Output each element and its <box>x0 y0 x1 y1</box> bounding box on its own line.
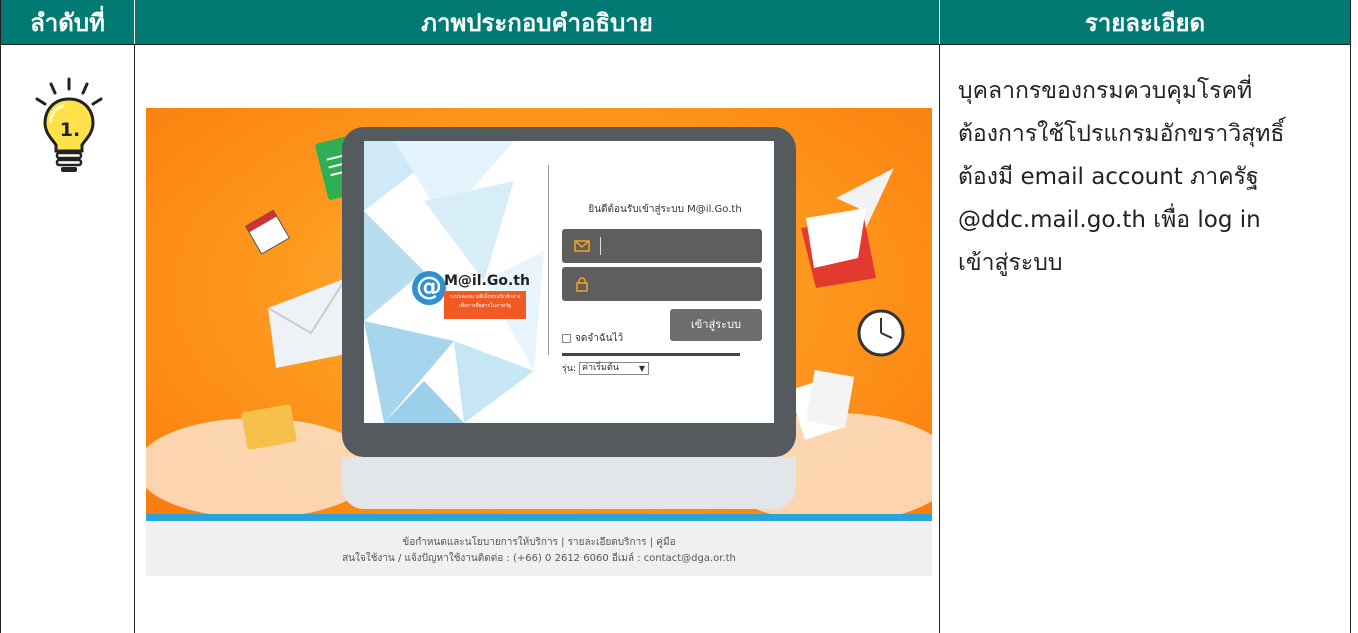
envelope-icon <box>574 240 590 252</box>
welcome-text: ยินดีต้อนรับเข้าสู่ระบบ M@il.Go.th <box>588 204 742 215</box>
version-dropdown[interactable]: ค่าเริ่มต้น ▼ <box>579 361 650 375</box>
monitor-chin <box>342 457 796 509</box>
login-screen: @ M@il.Go.th ระบบจดหมายอิเล็กทรอนิกส์กลา… <box>364 141 774 423</box>
remember-me[interactable]: จดจำฉันไว้ <box>562 331 623 346</box>
description-text: บุคลากรของกรมควบคุมโรคที่ ต้องการใช้โปรแ… <box>958 70 1342 285</box>
monitor-frame: @ M@il.Go.th ระบบจดหมายอิเล็กทรอนิกส์กลา… <box>342 127 796 457</box>
version-label: รุ่น: <box>562 364 577 374</box>
remember-checkbox[interactable] <box>562 334 571 343</box>
table-header-row: ลำดับที่ ภาพประกอบคำอธิบาย รายละเอียด <box>1 0 1350 44</box>
version-selector: รุ่น: ค่าเริ่มต้น ▼ <box>562 361 650 375</box>
procedure-table: ลำดับที่ ภาพประกอบคำอธิบาย รายละเอียด 1.… <box>0 0 1351 633</box>
description-line: @ddc.mail.go.th เพื่อ log in <box>958 207 1261 233</box>
email-field[interactable] <box>562 229 762 263</box>
login-button[interactable]: เข้าสู่ระบบ <box>670 309 762 341</box>
step-number: 1. <box>59 119 81 141</box>
table-row: 1. @ M@il.Go.th ระบบจดหมายอิเล็กทรอนิกส์… <box>1 44 1350 633</box>
password-field[interactable] <box>562 267 762 301</box>
screenshot-footer: ข้อกำหนดและนโยบายการให้บริการ | รายละเอี… <box>146 521 932 576</box>
description-line: บุคลากรของกรมควบคุมโรคที่ <box>958 78 1253 104</box>
remember-label: จดจำฉันไว้ <box>575 333 624 344</box>
login-screenshot: @ M@il.Go.th ระบบจดหมายอิเล็กทรอนิกส์กลา… <box>146 108 932 621</box>
separator-line <box>562 353 740 356</box>
description-line: ต้องการใช้โปรแกรมอักขราวิสุทธิ์ <box>958 121 1285 147</box>
description-line: เข้าสู่ระบบ <box>958 250 1063 276</box>
orange-background: @ M@il.Go.th ระบบจดหมายอิเล็กทรอนิกส์กลา… <box>146 108 932 514</box>
divider <box>548 165 549 355</box>
mail-logo-icon: @ <box>412 271 446 305</box>
illustration-cell: @ M@il.Go.th ระบบจดหมายอิเล็กทรอนิกส์กลา… <box>135 45 940 633</box>
header-step-number: ลำดับที่ <box>1 0 135 44</box>
footer-links: ข้อกำหนดและนโยบายการให้บริการ | รายละเอี… <box>402 537 676 548</box>
lock-icon <box>576 277 588 292</box>
header-details: รายละเอียด <box>1084 8 1206 37</box>
description-line: ต้องมี email account ภาครัฐ <box>958 164 1259 190</box>
footer-accent-bar <box>146 514 932 521</box>
step-cell: 1. <box>1 45 135 633</box>
footer-contact: สนใจใช้งาน / แจ้งปัญหาใช้งานติดต่อ : (+6… <box>342 553 736 564</box>
lightbulb-icon: 1. <box>23 75 115 175</box>
details-cell: บุคลากรของกรมควบคุมโรคที่ ต้องการใช้โปรแ… <box>940 45 1350 633</box>
logo-tagline: ระบบจดหมายอิเล็กทรอนิกส์กลาง เพื่อการสื่… <box>444 291 526 319</box>
text-cursor <box>600 237 601 255</box>
header-illustration: ภาพประกอบคำอธิบาย <box>135 0 940 44</box>
logo-text: M@il.Go.th <box>444 273 530 289</box>
dropdown-arrow-icon: ▼ <box>638 363 646 373</box>
version-value: ค่าเริ่มต้น <box>582 362 619 373</box>
